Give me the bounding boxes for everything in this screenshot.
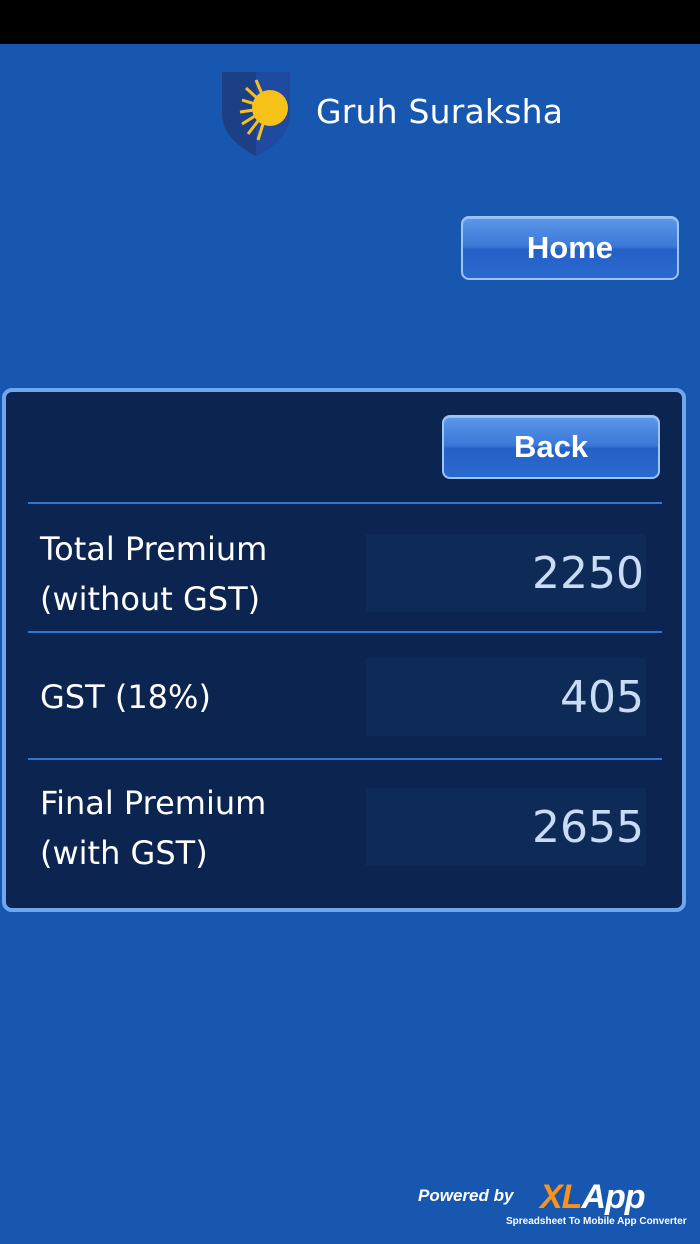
- total-premium-row: Total Premium (without GST) 2250: [6, 524, 682, 620]
- final-premium-row: Final Premium (with GST) 2655: [6, 778, 682, 874]
- total-premium-label-line1: Total Premium: [40, 530, 268, 568]
- divider: [28, 631, 662, 633]
- final-premium-label: Final Premium (with GST): [40, 778, 266, 878]
- xlapp-logo-app: App: [581, 1178, 645, 1216]
- final-premium-value: 2655: [366, 788, 646, 866]
- home-button[interactable]: Home: [461, 216, 679, 280]
- xlapp-logo-xl: XL: [540, 1178, 582, 1216]
- app-title: Gruh Suraksha: [316, 92, 564, 131]
- divider: [28, 758, 662, 760]
- status-bar: [0, 0, 700, 44]
- powered-by-text: Powered by: [418, 1186, 514, 1205]
- gst-row: GST (18%) 405: [6, 658, 682, 736]
- gst-value: 405: [366, 658, 646, 736]
- final-premium-label-line2: (with GST): [40, 834, 208, 872]
- xlapp-tagline: Spreadsheet To Mobile App Converter: [506, 1216, 687, 1227]
- total-premium-label-line2: (without GST): [40, 580, 261, 618]
- total-premium-value: 2250: [366, 534, 646, 612]
- gst-label: GST (18%): [40, 678, 211, 716]
- final-premium-label-line1: Final Premium: [40, 784, 267, 822]
- divider: [28, 502, 662, 504]
- back-button[interactable]: Back: [442, 415, 660, 479]
- total-premium-label: Total Premium (without GST): [40, 524, 267, 624]
- powered-by-footer: Powered by XLApp Spreadsheet To Mobile A…: [0, 1178, 700, 1238]
- xlapp-logo: XLApp: [540, 1178, 646, 1217]
- app-header: Gruh Suraksha: [0, 66, 700, 158]
- shield-sun-logo-icon: [222, 72, 290, 156]
- premium-summary-panel: Back Total Premium (without GST) 2250 GS…: [2, 388, 686, 912]
